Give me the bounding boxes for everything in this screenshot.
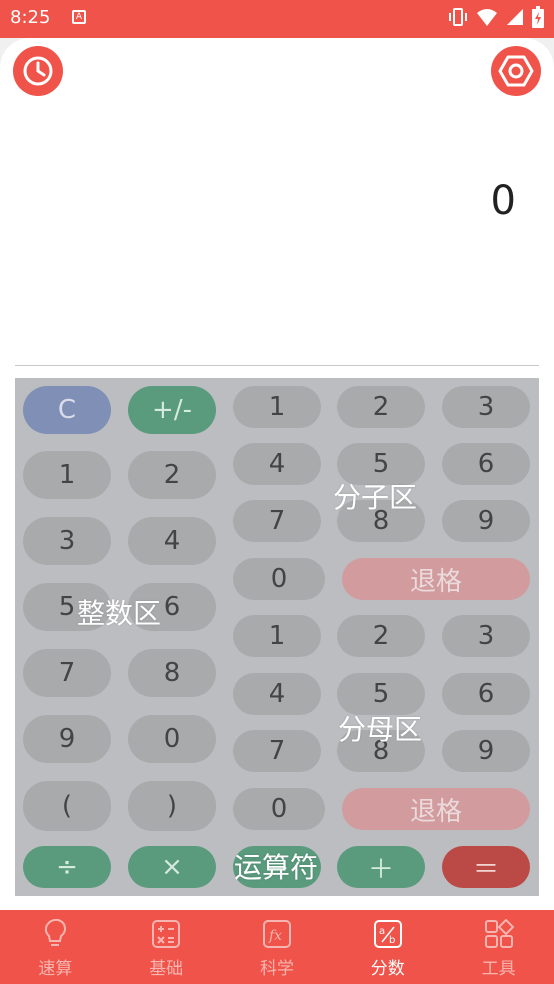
tab-fraction[interactable]: ab 分数 (332, 910, 443, 984)
close-paren-button[interactable]: ) (128, 781, 216, 831)
numerator-key-0[interactable]: 0 (233, 558, 325, 600)
integer-key-4[interactable]: 4 (128, 517, 216, 565)
calculator-icon (150, 918, 182, 950)
integer-key-0[interactable]: 0 (128, 715, 216, 763)
denominator-key-2[interactable]: 2 (337, 615, 425, 657)
tab-label: 基础 (149, 959, 184, 979)
result-display: 0 (490, 178, 516, 224)
svg-text:fx: fx (268, 928, 282, 944)
numerator-key-2[interactable]: 2 (337, 386, 425, 428)
svg-text:b: b (389, 935, 395, 946)
divide-button[interactable]: ÷ (23, 846, 111, 888)
integer-key-1[interactable]: 1 (23, 451, 111, 499)
denominator-key-9[interactable]: 9 (442, 730, 530, 772)
add-button[interactable]: ＋ (337, 846, 425, 888)
tab-quick-calc[interactable]: 速算 (0, 910, 111, 984)
bottom-tab-bar: 速算 基础 fx 科学 ab 分数 工具 (0, 910, 554, 984)
fraction-icon: ab (372, 918, 404, 950)
equals-button[interactable]: ＝ (442, 846, 530, 888)
signal-icon (506, 7, 524, 31)
operator-zone-label: 运算符 (234, 851, 319, 884)
tab-basic[interactable]: 基础 (111, 910, 222, 984)
sign-toggle-button[interactable]: +/- (128, 386, 216, 434)
svg-text:a: a (379, 926, 385, 937)
clear-button[interactable]: C (23, 386, 111, 434)
numerator-key-9[interactable]: 9 (442, 500, 530, 542)
lightbulb-icon (39, 918, 71, 950)
vibrate-icon (448, 7, 468, 31)
integer-key-7[interactable]: 7 (23, 649, 111, 697)
denominator-key-6[interactable]: 6 (442, 673, 530, 715)
numerator-backspace-button[interactable]: 退格 (342, 558, 530, 600)
integer-zone-label: 整数区 (77, 597, 162, 630)
tab-scientific[interactable]: fx 科学 (222, 910, 333, 984)
denominator-key-4[interactable]: 4 (233, 673, 321, 715)
display-divider (15, 365, 539, 366)
denominator-key-3[interactable]: 3 (442, 615, 530, 657)
denominator-backspace-button[interactable]: 退格 (342, 788, 530, 830)
clock-icon (23, 56, 53, 86)
tab-label: 分数 (370, 959, 405, 979)
numerator-key-3[interactable]: 3 (442, 386, 530, 428)
denominator-key-1[interactable]: 1 (233, 615, 321, 657)
status-time: 8:25 (10, 7, 51, 28)
numerator-key-4[interactable]: 4 (233, 443, 321, 485)
denominator-zone-label: 分母区 (338, 713, 423, 746)
numerator-key-7[interactable]: 7 (233, 500, 321, 542)
system-icons (448, 6, 544, 32)
status-bar: 8:25 A (0, 0, 554, 38)
open-paren-button[interactable]: ( (23, 781, 111, 831)
tab-tools[interactable]: 工具 (443, 910, 554, 984)
app-content: 0 C +/- 1 2 3 4 5 6 7 8 9 0 ( ) 1 2 3 4 … (0, 38, 554, 910)
notification-icon: A (72, 10, 86, 24)
denominator-key-7[interactable]: 7 (233, 730, 321, 772)
keypad: C +/- 1 2 3 4 5 6 7 8 9 0 ( ) 1 2 3 4 5 … (15, 378, 539, 896)
tab-label: 工具 (481, 959, 516, 979)
denominator-key-0[interactable]: 0 (233, 788, 325, 830)
wifi-icon (476, 7, 498, 31)
integer-key-2[interactable]: 2 (128, 451, 216, 499)
numerator-key-6[interactable]: 6 (442, 443, 530, 485)
numerator-key-1[interactable]: 1 (233, 386, 321, 428)
battery-icon (532, 6, 544, 32)
tools-icon (483, 918, 515, 950)
hexagon-settings-icon (498, 55, 534, 87)
settings-button[interactable] (491, 46, 541, 96)
numerator-zone-label: 分子区 (333, 481, 418, 514)
multiply-button[interactable]: × (128, 846, 216, 888)
history-button[interactable] (13, 46, 63, 96)
tab-label: 科学 (259, 959, 294, 979)
integer-key-9[interactable]: 9 (23, 715, 111, 763)
integer-key-3[interactable]: 3 (23, 517, 111, 565)
function-icon: fx (261, 918, 293, 950)
tab-label: 速算 (38, 959, 73, 979)
integer-key-8[interactable]: 8 (128, 649, 216, 697)
